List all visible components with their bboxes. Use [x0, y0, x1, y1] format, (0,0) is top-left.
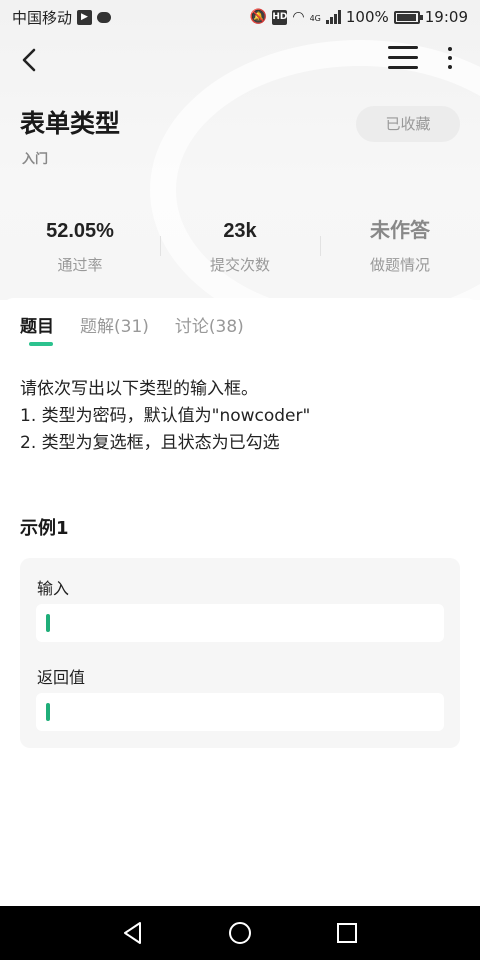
stat-submissions: 23k 提交次数	[160, 216, 320, 282]
stat-value: 52.05%	[46, 220, 114, 242]
problem-description: 请依次写出以下类型的输入框。 1. 类型为密码，默认值为"nowcoder" 2…	[20, 376, 460, 457]
favorite-button[interactable]: 已收藏	[356, 106, 460, 142]
system-back-button[interactable]	[118, 918, 148, 948]
example-input-label: 输入	[37, 579, 70, 598]
stat-pass-rate: 52.05% 通过率	[0, 216, 160, 282]
stat-value: 23k	[223, 220, 257, 242]
tab-bar: 题目 题解(31) 讨论(38)	[20, 312, 244, 346]
more-button[interactable]	[440, 44, 460, 76]
back-button[interactable]	[14, 44, 46, 76]
system-nav-bar	[0, 906, 480, 960]
content-panel: 题目 题解(31) 讨论(38) 请依次写出以下类型的输入框。 1. 类型为密码…	[0, 298, 480, 906]
example-title: 示例1	[20, 518, 69, 539]
status-bar: 中国移动 ▶ 🔕 HD ◠ 4G 100% 19:09	[0, 0, 480, 34]
description-line: 1. 类型为密码，默认值为"nowcoder"	[20, 406, 311, 426]
stat-label: 提交次数	[209, 256, 270, 274]
stat-label: 通过率	[57, 256, 103, 274]
page-title: 表单类型	[20, 110, 121, 138]
description-line: 请依次写出以下类型的输入框。	[20, 379, 258, 399]
hd-icon: HD	[272, 9, 287, 25]
menu-button[interactable]	[388, 46, 418, 74]
stat-answer-status: 未作答 做题情况	[320, 216, 480, 282]
triangle-back-icon	[124, 922, 141, 944]
message-notification-icon	[97, 11, 112, 23]
system-recents-button[interactable]	[332, 918, 362, 948]
tab-discussion[interactable]: 讨论(38)	[175, 312, 244, 346]
example-card: 输入 返回值	[20, 558, 460, 748]
tab-solutions[interactable]: 题解(31)	[80, 312, 149, 346]
accent-bar	[46, 614, 50, 632]
battery-percent: 100%	[345, 8, 389, 26]
difficulty-tag: 入门	[22, 152, 49, 167]
network-type: 4G	[309, 14, 321, 23]
description-line: 2. 类型为复选框，且状态为已勾选	[20, 433, 280, 453]
square-recents-icon	[337, 923, 357, 943]
accent-bar	[46, 703, 50, 721]
signal-icon	[325, 10, 341, 24]
top-nav	[0, 38, 480, 82]
stat-label: 做题情况	[369, 256, 430, 274]
wifi-icon: ◠	[292, 9, 305, 25]
hamburger-icon	[388, 46, 418, 49]
chevron-left-icon	[22, 48, 36, 72]
clock: 19:09	[424, 8, 468, 26]
stat-value: 未作答	[370, 220, 430, 242]
carrier-name: 中国移动	[12, 8, 73, 27]
mute-icon: 🔕	[249, 9, 268, 25]
circle-home-icon	[229, 922, 251, 944]
example-output-box	[36, 693, 444, 731]
example-output-label: 返回值	[37, 668, 86, 687]
system-home-button[interactable]	[225, 918, 255, 948]
app-notification-icon: ▶	[77, 9, 93, 25]
battery-icon	[393, 10, 423, 24]
more-vertical-icon	[448, 47, 452, 51]
stats-row: 52.05% 通过率 23k 提交次数 未作答 做题情况	[0, 216, 480, 282]
example-input-box	[36, 604, 444, 642]
tab-problem[interactable]: 题目	[20, 312, 54, 346]
